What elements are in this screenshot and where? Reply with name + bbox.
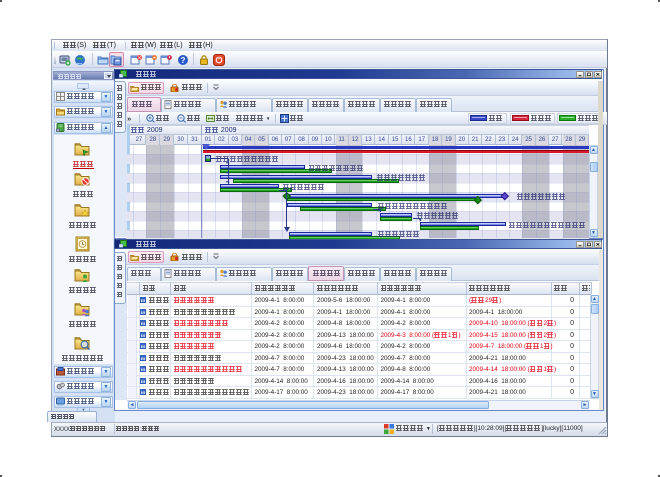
svg-text:?: ? bbox=[181, 56, 186, 65]
